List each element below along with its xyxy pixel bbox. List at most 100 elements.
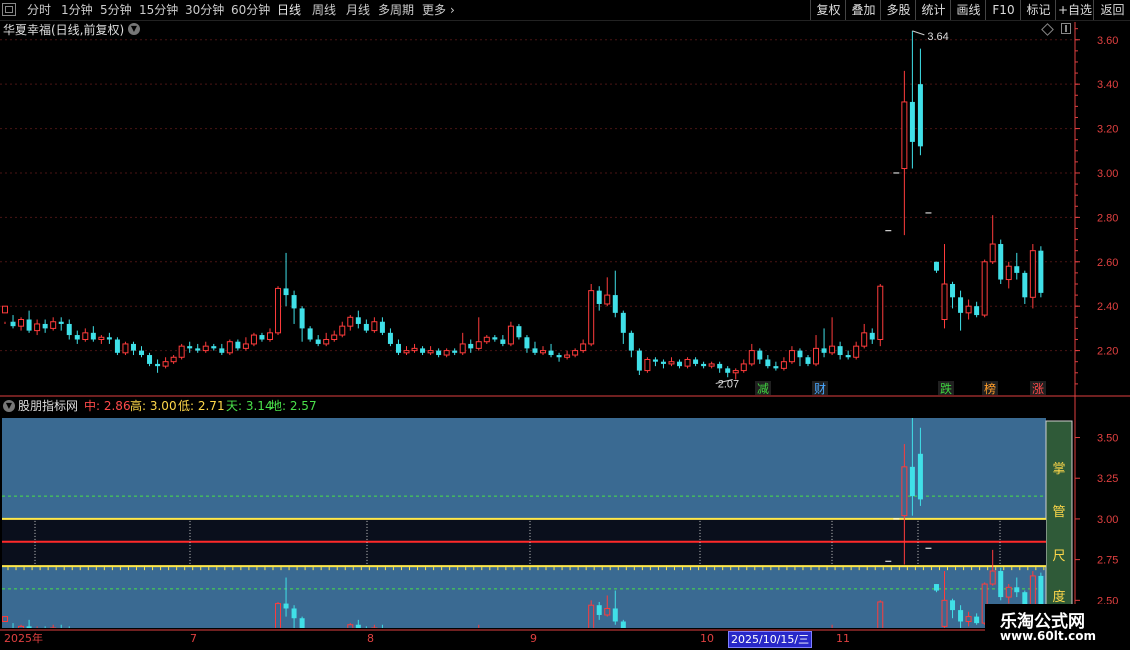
main-candle-41 — [331, 334, 338, 340]
main-candle-96 — [773, 366, 779, 369]
main-candle-66 — [532, 348, 538, 353]
main-candle-65 — [524, 337, 530, 349]
main-candle-122 — [981, 261, 988, 316]
ind-candle-23 — [187, 646, 192, 648]
ind-candle-0 — [2, 616, 8, 622]
ind-candle-42 — [340, 631, 345, 638]
ind-candle-51 — [412, 648, 417, 650]
main-candle-51 — [411, 347, 418, 352]
main-candle-69 — [556, 355, 562, 358]
main-candle-90 — [725, 368, 731, 373]
date-label-4: 10 — [700, 632, 714, 645]
ind-candle-113 — [909, 466, 915, 497]
main-candle-64 — [516, 326, 522, 338]
main-candle-114 — [917, 84, 923, 147]
ind-candle-72 — [581, 644, 586, 649]
main-candle-84 — [677, 361, 683, 367]
ind-candle-22 — [179, 646, 184, 650]
ind-candle-30 — [243, 644, 248, 647]
main-candle-76 — [612, 295, 618, 313]
ind-candle-24 — [195, 648, 200, 650]
ind-candle-34 — [275, 603, 282, 628]
main-candle-48 — [387, 332, 393, 344]
ind-candle-60 — [484, 639, 489, 642]
main-candle-4 — [34, 323, 41, 332]
ind-candle-107 — [862, 636, 867, 646]
main-candle-26 — [211, 346, 217, 349]
ind-axis-label-0: 3.50 — [1097, 433, 1118, 445]
ind-candle-103 — [830, 646, 835, 650]
indicator-value-0: 中: 2.86 — [84, 399, 131, 413]
badge-1: 财 — [814, 382, 826, 396]
ind-candle-64 — [516, 631, 521, 639]
main-candle-70 — [564, 354, 571, 358]
main-candle-34 — [275, 287, 282, 334]
main-candle-35 — [283, 288, 289, 296]
main-candle-22 — [178, 345, 185, 358]
ind-candle-37 — [299, 618, 305, 628]
main-candle-95 — [765, 359, 771, 367]
badge-4: 涨 — [1032, 381, 1044, 396]
main-candle-83 — [668, 361, 675, 365]
ind-candle-29 — [235, 643, 240, 648]
ind-axis-label-3: 2.75 — [1097, 555, 1118, 567]
main-candle-102 — [821, 348, 827, 353]
main-candle-16 — [130, 343, 136, 351]
ind-candle-123 — [989, 570, 996, 585]
ind-candle-117 — [941, 599, 948, 627]
date-label-6: 11 — [836, 632, 850, 645]
main-candle-97 — [780, 361, 787, 369]
main-candle-93 — [748, 350, 755, 365]
main-candle-62 — [500, 339, 506, 344]
ind-candle-8 — [67, 630, 72, 638]
main-candle-55 — [443, 350, 450, 356]
ind-candle-114 — [917, 453, 923, 500]
main-candle-75 — [604, 294, 611, 305]
main-candle-124 — [998, 244, 1004, 280]
main-candle-123 — [989, 243, 996, 263]
main-candle-17 — [139, 350, 145, 356]
main-candle-9 — [74, 335, 80, 340]
main-candle-27 — [219, 348, 225, 353]
ind-candle-31 — [251, 638, 256, 645]
kline-chart[interactable]: 3.60 3.40 3.20 3.00 2.80 2.60 2.40 2.20 3.50 3.25… — [0, 0, 1130, 650]
ind-candle-11 — [91, 636, 96, 641]
main-candle-85 — [684, 358, 691, 367]
main-candle-45 — [363, 323, 369, 331]
ind-axis-label-2: 3.00 — [1097, 514, 1118, 526]
ind-candle-74 — [596, 605, 602, 615]
main-candle-31 — [250, 334, 257, 345]
ind-candle-126 — [1014, 587, 1020, 593]
ind-candle-124 — [998, 571, 1004, 598]
ind-candle-116 — [933, 584, 939, 591]
main-candle-109 — [877, 285, 884, 340]
ind-candle-120 — [965, 616, 972, 622]
ind-candle-65 — [524, 639, 529, 647]
date-label-1: 7 — [190, 632, 197, 645]
main-candle-91 — [732, 370, 739, 374]
axis-label-5: 2.60 — [1097, 257, 1118, 269]
main-candle-33 — [266, 332, 273, 340]
main-candle-105 — [845, 355, 851, 358]
ind-candle-76 — [612, 608, 618, 622]
main-candle-47 — [379, 321, 385, 333]
ind-candle-25 — [203, 646, 208, 649]
main-candle-36 — [291, 295, 297, 309]
axis-label-6: 2.40 — [1097, 301, 1118, 313]
main-candle-73 — [588, 290, 595, 345]
ind-candle-38 — [308, 633, 313, 641]
ind-candle-77 — [620, 621, 626, 628]
main-candle-21 — [170, 356, 177, 363]
chevron-down-icon[interactable]: ▼ — [3, 400, 15, 412]
badge-0: 减 — [757, 382, 769, 396]
main-candle-120 — [965, 305, 972, 314]
main-candle-129 — [1038, 250, 1044, 293]
ind-candle-40 — [324, 641, 329, 644]
ind-candle-49 — [396, 644, 401, 650]
main-candle-118 — [950, 283, 956, 298]
main-candle-77 — [620, 312, 626, 333]
main-candle-88 — [708, 363, 715, 367]
badge-2: 跌 — [940, 381, 952, 396]
main-candle-43 — [347, 316, 354, 327]
main-candle-19 — [155, 363, 161, 367]
